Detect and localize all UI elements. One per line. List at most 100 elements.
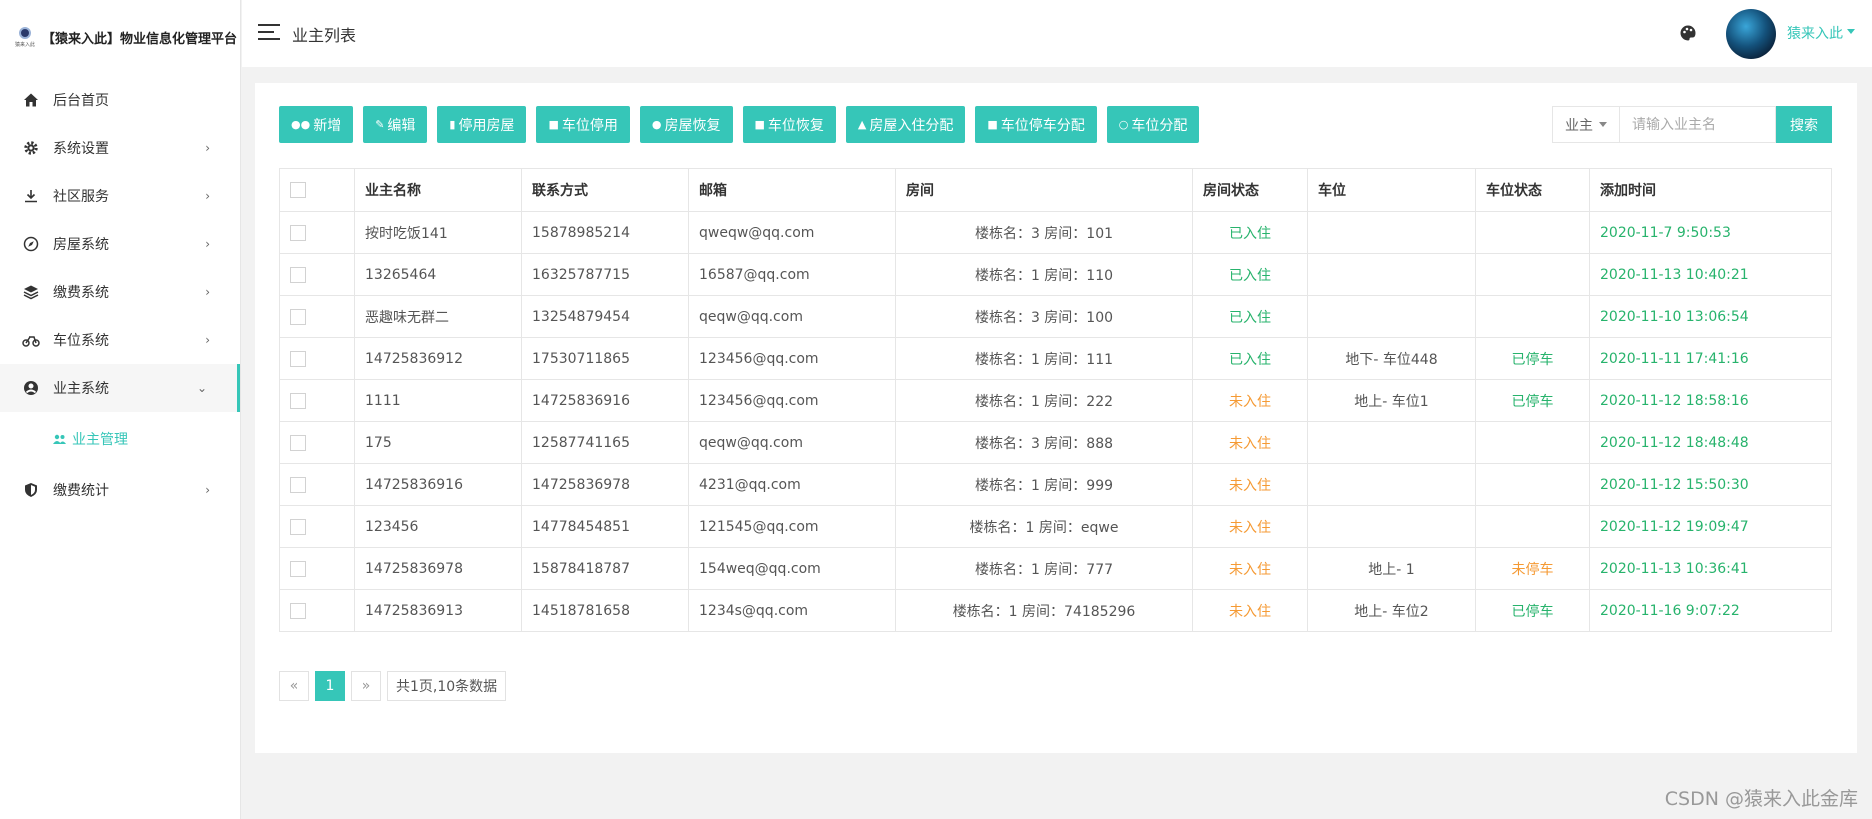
user-name[interactable]: 猿来入此: [1787, 23, 1843, 43]
assign-house-button[interactable]: ▲ 房屋入住分配: [845, 106, 966, 143]
cell-email: qeqw@qq.com: [688, 295, 896, 338]
restore-parking-button[interactable]: ■ 车位恢复: [742, 106, 836, 143]
cell-room-status: 已入住: [1192, 211, 1308, 254]
table-body: 按时吃饭141 15878985214 qweqw@qq.com 楼栋名：3 房间：1…: [279, 211, 1832, 632]
sidebar-item-payment-stats[interactable]: 缴费统计 ›: [0, 466, 240, 514]
row-select-cell: [279, 547, 355, 590]
cell-time: 2020-11-12 15:50:30: [1589, 463, 1832, 506]
cell-email: qeqw@qq.com: [688, 421, 896, 464]
brand[interactable]: 猿来入此 【猿来入此】物业信息化管理平台: [0, 0, 240, 74]
chevron-right-icon: ›: [205, 333, 210, 347]
sidebar-item-housing[interactable]: 房屋系统 ›: [0, 220, 240, 268]
cell-name: 14725836916: [354, 463, 522, 506]
sidebar-menu: 后台首页 系统设置 › 社区服务 › 房屋系统 › 缴费系统 › 车位系统 › …: [0, 76, 240, 514]
add-button[interactable]: ●● 新增: [279, 106, 354, 143]
column-header[interactable]: 联系方式: [521, 168, 689, 212]
cell-email: 4231@qq.com: [688, 463, 896, 506]
cell-room: 楼栋名：3 房间：888: [895, 421, 1193, 464]
cell-parking: [1307, 463, 1476, 506]
row-checkbox[interactable]: [290, 434, 306, 451]
cell-room: 楼栋名：3 房间：101: [895, 211, 1193, 254]
edit-button[interactable]: ✎ 编辑: [363, 106, 428, 143]
cell-name: 14725836913: [354, 589, 522, 632]
chevron-right-icon: ›: [205, 141, 210, 155]
cell-email: 123456@qq.com: [688, 379, 896, 422]
sidebar: 猿来入此 【猿来入此】物业信息化管理平台 后台首页 系统设置 › 社区服务 ›: [0, 0, 241, 819]
row-checkbox[interactable]: [290, 392, 306, 409]
row-checkbox[interactable]: [290, 560, 306, 577]
cell-room: 楼栋名：1 房间：110: [895, 253, 1193, 296]
table-row[interactable]: 按时吃饭141 15878985214 qweqw@qq.com 楼栋名：3 房间：1…: [279, 211, 1832, 254]
next-page-button[interactable]: »: [351, 671, 381, 701]
row-checkbox[interactable]: [290, 308, 306, 325]
column-header[interactable]: 房间状态: [1192, 168, 1308, 212]
row-select-cell: [279, 505, 355, 548]
assign-space-button[interactable]: ○ 车位分配: [1106, 106, 1200, 143]
cell-room: 楼栋名：1 房间：eqwe: [895, 505, 1193, 548]
chevron-down-icon[interactable]: [1847, 29, 1855, 34]
disable-parking-button[interactable]: ■ 车位停用: [536, 106, 630, 143]
table-row[interactable]: 1111 14725836916 123456@qq.com 楼栋名：1 房间：222…: [279, 379, 1832, 422]
table-row[interactable]: 14725836913 14518781658 1234s@qq.com 楼栋名：1 …: [279, 589, 1832, 632]
column-header[interactable]: 业主名称: [354, 168, 522, 212]
sidebar-item-home[interactable]: 后台首页: [0, 76, 240, 124]
row-checkbox[interactable]: [290, 266, 306, 283]
cell-room-status: 已入住: [1192, 337, 1308, 380]
table-row[interactable]: 恶趣味无群二 13254879454 qeqw@qq.com 楼栋名：3 房间：100…: [279, 295, 1832, 338]
column-header[interactable]: 添加时间: [1589, 168, 1832, 212]
chevron-right-icon: ›: [205, 189, 210, 203]
select-all-checkbox[interactable]: [290, 182, 306, 198]
search-button[interactable]: 搜索: [1776, 106, 1832, 143]
restore-house-button[interactable]: ● 房屋恢复: [639, 106, 733, 143]
sidebar-item-system-settings[interactable]: 系统设置 ›: [0, 124, 240, 172]
sidebar-item-label: 缴费统计: [53, 483, 109, 499]
menu-toggle-icon[interactable]: [258, 24, 280, 40]
cell-room: 楼栋名：1 房间：111: [895, 337, 1193, 380]
sidebar-item-label: 后台首页: [53, 93, 109, 109]
assign-parking-button[interactable]: ■ 车位停车分配: [975, 106, 1097, 143]
row-checkbox[interactable]: [290, 350, 306, 367]
row-select-cell: [279, 211, 355, 254]
bed-icon: ▮: [449, 118, 456, 131]
cell-time: 2020-11-16 9:07:22: [1589, 589, 1832, 632]
table-row[interactable]: 14725836978 15878418787 154weq@qq.com 楼栋名：1…: [279, 547, 1832, 590]
layers-icon: [22, 283, 40, 301]
search-type-select[interactable]: 业主: [1552, 106, 1620, 143]
cell-email: 16587@qq.com: [688, 253, 896, 296]
table-row[interactable]: 13265464 16325787715 16587@qq.com 楼栋名：1 房间：…: [279, 253, 1832, 296]
sidebar-item-community[interactable]: 社区服务 ›: [0, 172, 240, 220]
cell-room: 楼栋名：1 房间：777: [895, 547, 1193, 590]
table-row[interactable]: 14725836912 17530711865 123456@qq.com 楼栋名：1…: [279, 337, 1832, 380]
cell-time: 2020-11-13 10:40:21: [1589, 253, 1832, 296]
row-checkbox[interactable]: [290, 518, 306, 535]
cell-name: 按时吃饭141: [354, 211, 522, 254]
column-header[interactable]: 邮箱: [688, 168, 896, 212]
sidebar-subitem-owner-management[interactable]: 业主管理: [0, 412, 240, 466]
table-row[interactable]: 175 12587741165 qeqw@qq.com 楼栋名：3 房间：888 未入住…: [279, 421, 1832, 464]
home-icon: [22, 91, 40, 109]
cell-phone: 14778454851: [521, 505, 689, 548]
column-header[interactable]: 车位状态: [1475, 168, 1590, 212]
table-row[interactable]: 14725836916 14725836978 4231@qq.com 楼栋名：1 房…: [279, 463, 1832, 506]
prev-page-button[interactable]: «: [279, 671, 309, 701]
cell-parking: 地上- 车位1: [1307, 379, 1476, 422]
cell-room-status: 未入住: [1192, 421, 1308, 464]
palette-icon[interactable]: [1679, 24, 1697, 42]
table-header-row: 业主名称 联系方式 邮箱 房间 房间状态 车位 车位状态 添加时间: [279, 168, 1832, 212]
sidebar-item-payment[interactable]: 缴费系统 ›: [0, 268, 240, 316]
row-checkbox[interactable]: [290, 224, 306, 241]
cell-name: 175: [354, 421, 522, 464]
row-checkbox[interactable]: [290, 476, 306, 493]
cell-email: 154weq@qq.com: [688, 547, 896, 590]
avatar[interactable]: [1726, 9, 1776, 59]
sidebar-item-parking[interactable]: 车位系统 ›: [0, 316, 240, 364]
column-header[interactable]: 房间: [895, 168, 1193, 212]
row-select-cell: [279, 295, 355, 338]
row-checkbox[interactable]: [290, 602, 306, 619]
table-row[interactable]: 123456 14778454851 121545@qq.com 楼栋名：1 房间：e…: [279, 505, 1832, 548]
column-header[interactable]: 车位: [1307, 168, 1476, 212]
page-button[interactable]: 1: [315, 671, 345, 701]
disable-house-button[interactable]: ▮ 停用房屋: [437, 106, 527, 143]
sidebar-item-owners[interactable]: 业主系统 ⌄: [0, 364, 240, 412]
search-input[interactable]: [1620, 106, 1776, 143]
